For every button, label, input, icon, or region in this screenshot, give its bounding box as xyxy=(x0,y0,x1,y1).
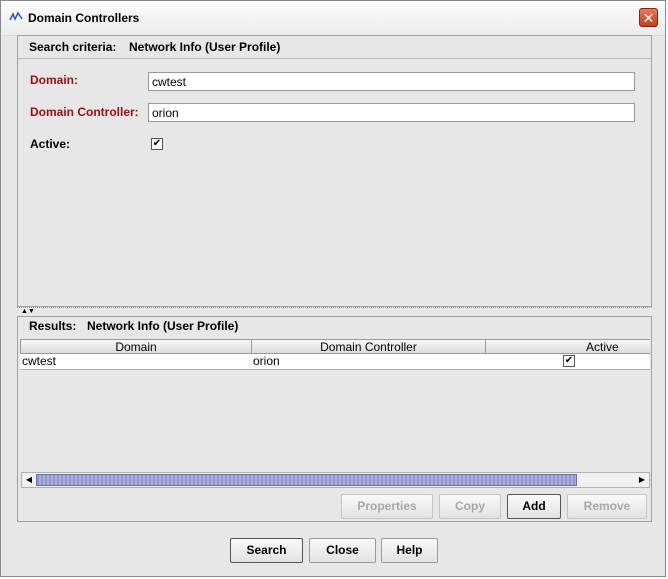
help-button[interactable]: Help xyxy=(381,538,438,563)
search-criteria-panel: Search criteria: Network Info (User Prof… xyxy=(17,35,652,307)
search-criteria-label: Search criteria: xyxy=(29,40,117,54)
domain-controllers-window: Domain Controllers ✕ Search criteria: Ne… xyxy=(0,0,666,577)
domain-controller-label: Domain Controller: xyxy=(30,105,139,119)
close-window-button[interactable]: ✕ xyxy=(639,8,658,27)
active-label: Active: xyxy=(30,137,71,151)
column-header-active[interactable]: Active xyxy=(485,339,650,354)
window-title: Domain Controllers xyxy=(28,11,140,25)
close-button[interactable]: Close xyxy=(309,538,376,563)
scroll-left-icon[interactable]: ◀ xyxy=(22,473,36,487)
search-criteria-value: Network Info (User Profile) xyxy=(129,40,281,54)
column-header-active-label: Active xyxy=(586,340,619,354)
search-button[interactable]: Search xyxy=(230,538,303,563)
scroll-right-icon[interactable]: ▶ xyxy=(635,473,649,487)
title-bar: Domain Controllers ✕ xyxy=(1,1,665,36)
domain-controller-field[interactable]: orion xyxy=(148,103,635,122)
table-cell-domain-controller[interactable]: orion xyxy=(251,354,486,370)
column-header-domain-controller[interactable]: Domain Controller xyxy=(251,339,486,354)
scroll-thumb[interactable] xyxy=(36,474,577,486)
horizontal-scrollbar[interactable]: ◀ ▶ xyxy=(21,472,650,488)
close-icon: ✕ xyxy=(642,10,655,26)
active-checkbox[interactable]: ✔ xyxy=(151,138,163,150)
results-value: Network Info (User Profile) xyxy=(87,319,239,333)
table-cell-active[interactable]: ✔ xyxy=(485,354,650,370)
splitter-arrows-icon[interactable]: ▲▼ xyxy=(21,308,35,316)
results-header: Results: Network Info (User Profile) xyxy=(18,317,651,339)
app-icon xyxy=(9,11,23,21)
column-header-domain[interactable]: Domain xyxy=(20,339,252,354)
domain-field[interactable]: cwtest xyxy=(148,72,635,91)
copy-button[interactable]: Copy xyxy=(439,494,501,519)
row-active-checkbox[interactable]: ✔ xyxy=(563,355,575,367)
results-table: Domain Domain Controller Active cwtest o… xyxy=(20,339,650,473)
domain-label: Domain: xyxy=(30,73,78,87)
results-label: Results: xyxy=(29,319,77,333)
add-button[interactable]: Add xyxy=(507,494,561,519)
search-criteria-header: Search criteria: Network Info (User Prof… xyxy=(18,36,651,59)
remove-button[interactable]: Remove xyxy=(567,494,647,519)
table-cell-domain[interactable]: cwtest xyxy=(20,354,252,370)
results-panel: Results: Network Info (User Profile) Dom… xyxy=(17,316,652,522)
properties-button[interactable]: Properties xyxy=(341,494,433,519)
